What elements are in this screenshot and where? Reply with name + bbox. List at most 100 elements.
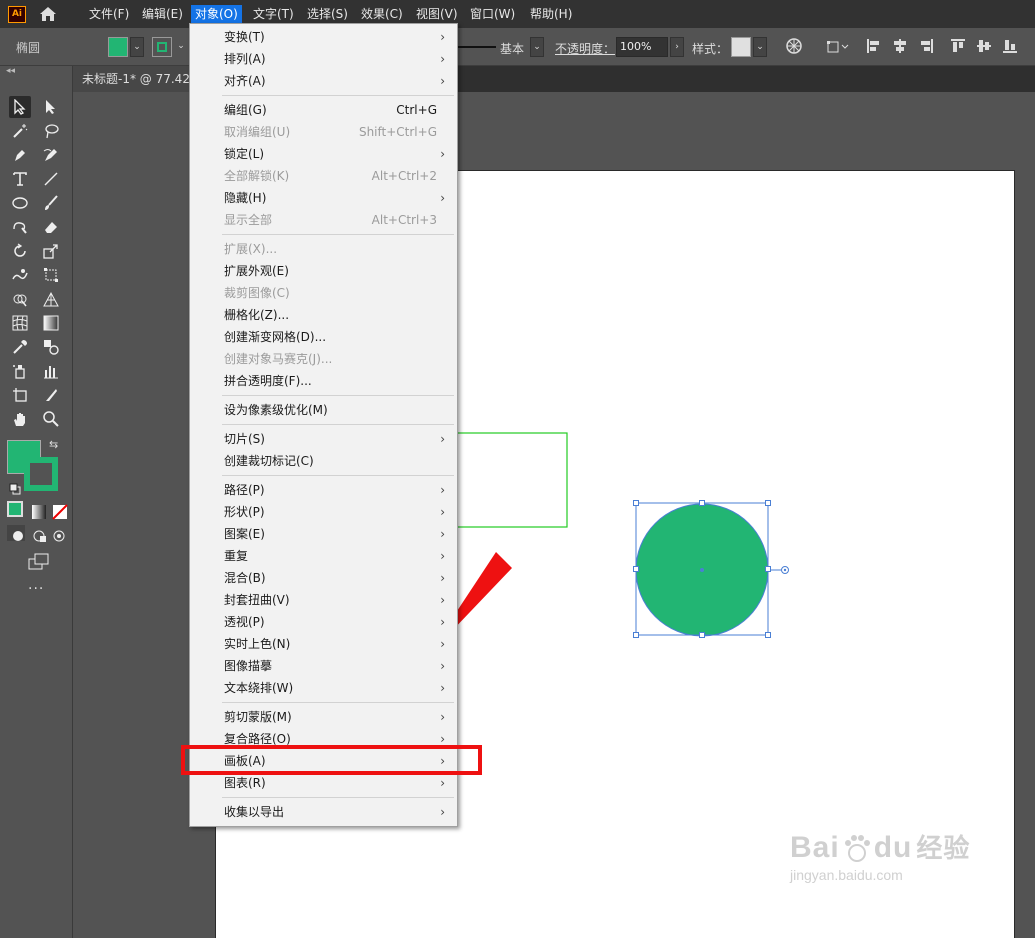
screen-mode-icon[interactable] (25, 550, 49, 570)
object-menu-item[interactable]: 封套扭曲(V) › (190, 589, 457, 611)
menu-item-label: 排列(A) (224, 52, 266, 66)
artboard-tool-icon[interactable] (9, 384, 31, 406)
object-menu-item[interactable]: 对齐(A) › (190, 70, 457, 92)
paintbrush-tool-icon[interactable] (40, 192, 62, 214)
object-menu-item[interactable]: 透视(P) › (190, 611, 457, 633)
object-menu-item[interactable]: 文本绕排(W) › (190, 677, 457, 699)
align-middle-icon[interactable] (976, 38, 992, 54)
object-menu-item[interactable]: 重复 › (190, 545, 457, 567)
object-menu-item[interactable]: 锁定(L) › (190, 143, 457, 165)
object-menu-item: 显示全部 Alt+Ctrl+3 (190, 209, 457, 231)
slice-tool-icon[interactable] (40, 384, 62, 406)
menu-9[interactable]: 帮助(H) (526, 5, 576, 23)
opacity-input[interactable]: 100% (616, 37, 668, 57)
stroke-color-box[interactable] (24, 457, 58, 491)
object-menu-item[interactable]: 拼合透明度(F)... (190, 370, 457, 392)
none-mode-icon[interactable] (49, 501, 68, 520)
align-right-icon[interactable] (918, 38, 934, 54)
object-menu-item[interactable]: 形状(P) › (190, 501, 457, 523)
draw-inside-icon[interactable] (48, 525, 66, 542)
object-menu-item[interactable]: 图像描摹 › (190, 655, 457, 677)
object-menu-item[interactable]: 编组(G) Ctrl+G (190, 99, 457, 121)
shaper-tool-icon[interactable] (9, 216, 31, 238)
document-tab[interactable]: 未标题-1* @ 77.42 (73, 66, 203, 92)
object-menu-item[interactable]: 栅格化(Z)... (190, 304, 457, 326)
hand-tool-icon[interactable] (9, 408, 31, 430)
lasso-tool-icon[interactable] (40, 120, 62, 142)
magic-wand-tool-icon[interactable] (9, 120, 31, 142)
collapse-panel-icon[interactable]: ◂◂ (6, 66, 15, 76)
menu-4[interactable]: 文字(T) (249, 5, 298, 23)
color-mode-icon[interactable] (7, 501, 23, 517)
object-menu-item[interactable]: 混合(B) › (190, 567, 457, 589)
mesh-tool-icon[interactable] (9, 312, 31, 334)
transform-icon[interactable] (826, 38, 850, 54)
align-top-icon[interactable] (950, 38, 966, 54)
zoom-tool-icon[interactable] (40, 408, 62, 430)
pen-tool-icon[interactable] (9, 144, 31, 166)
menu-6[interactable]: 效果(C) (357, 5, 407, 23)
object-menu-item[interactable]: 路径(P) › (190, 479, 457, 501)
eyedropper-tool-icon[interactable] (9, 336, 31, 358)
object-menu-item[interactable]: 实时上色(N) › (190, 633, 457, 655)
draw-behind-icon[interactable] (28, 525, 46, 542)
curvature-tool-icon[interactable] (40, 144, 62, 166)
object-menu-item[interactable]: 切片(S) › (190, 428, 457, 450)
object-menu-item[interactable]: 创建渐变网格(D)... (190, 326, 457, 348)
object-menu-item[interactable]: 隐藏(H) › (190, 187, 457, 209)
default-colors-icon[interactable] (6, 480, 21, 495)
fill-swatch[interactable] (108, 37, 128, 57)
opacity-label[interactable]: 不透明度： (555, 40, 615, 57)
rotate-tool-icon[interactable] (9, 240, 31, 262)
symbol-sprayer-tool-icon[interactable] (9, 360, 31, 382)
gradient-tool-icon[interactable] (40, 312, 62, 334)
draw-normal-icon[interactable] (7, 525, 25, 541)
menu-item-label: 透视(P) (224, 615, 265, 629)
swap-colors-icon[interactable]: ⇆ (49, 438, 58, 451)
object-menu-item[interactable]: 图表(R) › (190, 772, 457, 794)
submenu-arrow-icon: › (440, 527, 445, 541)
fill-dropdown[interactable]: ⌄ (130, 37, 144, 57)
object-menu-item[interactable]: 收集以导出 › (190, 801, 457, 823)
blend-tool-icon[interactable] (40, 336, 62, 358)
object-menu-item[interactable]: 排列(A) › (190, 48, 457, 70)
stroke-swatch[interactable] (152, 37, 172, 57)
recolor-icon[interactable] (786, 38, 802, 54)
perspective-grid-tool-icon[interactable] (40, 288, 62, 310)
submenu-arrow-icon: › (440, 571, 445, 585)
scale-tool-icon[interactable] (40, 240, 62, 262)
object-menu-item[interactable]: 图案(E) › (190, 523, 457, 545)
eraser-tool-icon[interactable] (40, 216, 62, 238)
style-dropdown[interactable]: ⌄ (753, 37, 767, 57)
menu-3[interactable]: 对象(O) (191, 5, 242, 23)
object-menu-item[interactable]: 剪切蒙版(M) › (190, 706, 457, 728)
direct-selection-tool-icon[interactable] (40, 96, 62, 118)
home-icon[interactable] (38, 4, 58, 24)
menu-1[interactable]: 文件(F) (85, 5, 133, 23)
menu-2[interactable]: 编辑(E) (138, 5, 187, 23)
type-tool-icon[interactable] (9, 168, 31, 190)
line-segment-tool-icon[interactable] (40, 168, 62, 190)
align-left-icon[interactable] (866, 38, 882, 54)
more-tools-icon[interactable]: ··· (28, 581, 44, 597)
opacity-arrow[interactable]: › (670, 37, 684, 57)
object-menu-item[interactable]: 扩展外观(E) (190, 260, 457, 282)
align-center-icon[interactable] (892, 38, 908, 54)
selection-tool-icon[interactable] (9, 96, 31, 118)
warp-tool-icon[interactable] (9, 264, 31, 286)
ellipse-tool-icon[interactable] (9, 192, 31, 214)
menu-7[interactable]: 视图(V) (412, 5, 462, 23)
stroke-style-dropdown[interactable]: ⌄ (530, 37, 544, 57)
shape-builder-tool-icon[interactable] (9, 288, 31, 310)
object-menu-item[interactable]: 创建裁切标记(C) (190, 450, 457, 472)
free-transform-tool-icon[interactable] (40, 264, 62, 286)
stroke-dropdown[interactable]: ⌄ (174, 37, 188, 57)
gradient-mode-icon[interactable] (28, 501, 46, 519)
menu-8[interactable]: 窗口(W) (466, 5, 519, 23)
object-menu-item[interactable]: 设为像素级优化(M) (190, 399, 457, 421)
style-swatch[interactable] (731, 37, 751, 57)
object-menu-item[interactable]: 变换(T) › (190, 26, 457, 48)
column-graph-tool-icon[interactable] (40, 360, 62, 382)
align-bottom-icon[interactable] (1002, 38, 1018, 54)
menu-5[interactable]: 选择(S) (303, 5, 352, 23)
